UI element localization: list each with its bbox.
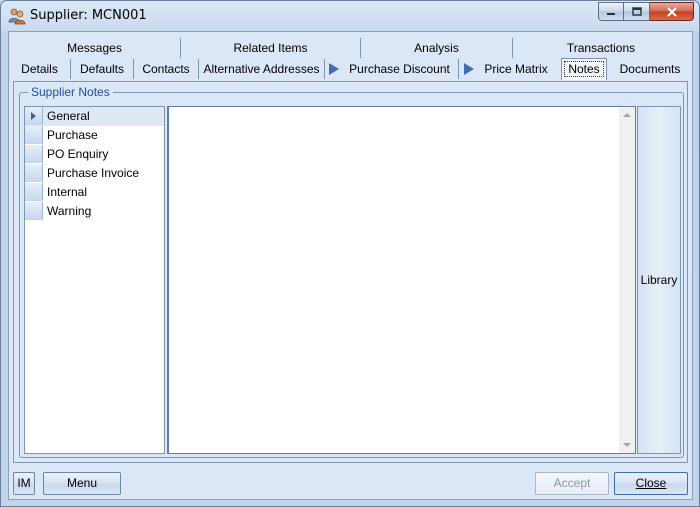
- tab-alternative-addresses[interactable]: Alternative Addresses: [199, 59, 325, 79]
- row-selector: [25, 164, 43, 182]
- minimize-button[interactable]: [598, 2, 624, 21]
- menu-label: Menu: [66, 476, 98, 490]
- tab-purchase-discount[interactable]: Purchase Discount: [341, 59, 459, 79]
- tab-scroll-arrow-icon[interactable]: [329, 63, 339, 75]
- list-item[interactable]: General: [25, 107, 164, 126]
- tab-price-matrix[interactable]: Price Matrix: [476, 59, 556, 79]
- menu-button[interactable]: Menu: [43, 472, 121, 495]
- tab-transactions[interactable]: Transactions: [513, 38, 689, 58]
- group-label: Supplier Notes: [28, 85, 113, 99]
- list-item-label: Warning: [47, 204, 92, 218]
- tab-documents[interactable]: Documents: [613, 59, 687, 79]
- list-item[interactable]: Warning: [25, 202, 164, 221]
- tab-label: Contacts: [142, 62, 190, 76]
- tab-row-top: Messages Related Items Analysis Transact…: [9, 38, 692, 58]
- scroll-up-icon[interactable]: [623, 113, 631, 117]
- supplier-notes-group: Supplier Notes General Purchase PO Enqui…: [19, 85, 684, 458]
- caption-buttons: [598, 2, 694, 21]
- tab-label: Alternative Addresses: [203, 62, 320, 76]
- list-item-label: Internal: [47, 185, 88, 199]
- list-item[interactable]: PO Enquiry: [25, 145, 164, 164]
- window-title: Supplier: MCN001: [30, 8, 147, 23]
- tab-label: Analysis: [414, 41, 459, 55]
- list-item-label: Purchase Invoice: [47, 166, 140, 180]
- tab-analysis[interactable]: Analysis: [361, 38, 513, 58]
- scroll-down-icon[interactable]: [623, 443, 631, 447]
- list-item[interactable]: Purchase Invoice: [25, 164, 164, 183]
- tab-defaults[interactable]: Defaults: [71, 59, 134, 79]
- im-button[interactable]: IM: [13, 472, 35, 495]
- close-label: Close: [635, 476, 667, 490]
- tab-messages[interactable]: Messages: [9, 38, 181, 58]
- row-selector: [25, 107, 43, 125]
- tab-label: Purchase Discount: [349, 62, 450, 76]
- tab-label: Related Items: [233, 41, 308, 55]
- close-button[interactable]: Close: [614, 472, 688, 495]
- title-bar[interactable]: Supplier: MCN001: [1, 1, 699, 31]
- supplier-users-icon: [8, 8, 26, 25]
- accept-label: Accept: [553, 476, 591, 490]
- notes-tab-page: Supplier Notes General Purchase PO Enqui…: [13, 81, 688, 463]
- minimize-icon: [607, 12, 615, 15]
- tab-contacts[interactable]: Contacts: [134, 59, 199, 79]
- list-item-label: Purchase: [47, 128, 98, 142]
- tab-label: Transactions: [566, 41, 636, 55]
- editor-scrollbar[interactable]: [619, 107, 635, 453]
- close-icon: [666, 6, 677, 17]
- im-label: IM: [17, 476, 31, 490]
- accept-button[interactable]: Accept: [535, 472, 609, 495]
- current-row-arrow-icon: [31, 112, 36, 120]
- tab-scroll-arrow-icon[interactable]: [464, 63, 474, 75]
- note-text-editor[interactable]: [167, 106, 636, 454]
- row-selector: [25, 145, 43, 163]
- row-selector: [25, 126, 43, 144]
- tab-label: Messages: [67, 41, 122, 55]
- row-selector: [25, 183, 43, 201]
- tab-related-items[interactable]: Related Items: [181, 38, 361, 58]
- list-item[interactable]: Purchase: [25, 126, 164, 145]
- tab-label: Details: [21, 62, 58, 76]
- tab-label: Price Matrix: [484, 62, 548, 76]
- tab-notes[interactable]: Notes: [561, 58, 607, 80]
- row-selector: [25, 202, 43, 220]
- tab-details[interactable]: Details: [9, 59, 71, 79]
- maximize-button[interactable]: [624, 2, 650, 21]
- close-window-button[interactable]: [650, 2, 694, 21]
- tab-label: Defaults: [79, 62, 125, 76]
- supplier-window: Supplier: MCN001 Messages Related Items …: [0, 0, 700, 507]
- tab-label: Notes: [564, 61, 604, 77]
- maximize-icon: [631, 7, 642, 16]
- library-label: Library: [640, 273, 678, 287]
- list-item-label: PO Enquiry: [47, 147, 109, 161]
- tab-row-bottom: Details Defaults Contacts Alternative Ad…: [9, 58, 692, 80]
- library-button[interactable]: Library: [637, 106, 681, 454]
- list-item-label: General: [47, 109, 90, 123]
- note-category-list: General Purchase PO Enquiry Purchase Inv…: [24, 106, 165, 454]
- footer-bar: IM Menu Accept Close: [9, 469, 692, 499]
- tab-label: Documents: [619, 62, 681, 76]
- list-item[interactable]: Internal: [25, 183, 164, 202]
- window-client-area: Messages Related Items Analysis Transact…: [8, 31, 693, 500]
